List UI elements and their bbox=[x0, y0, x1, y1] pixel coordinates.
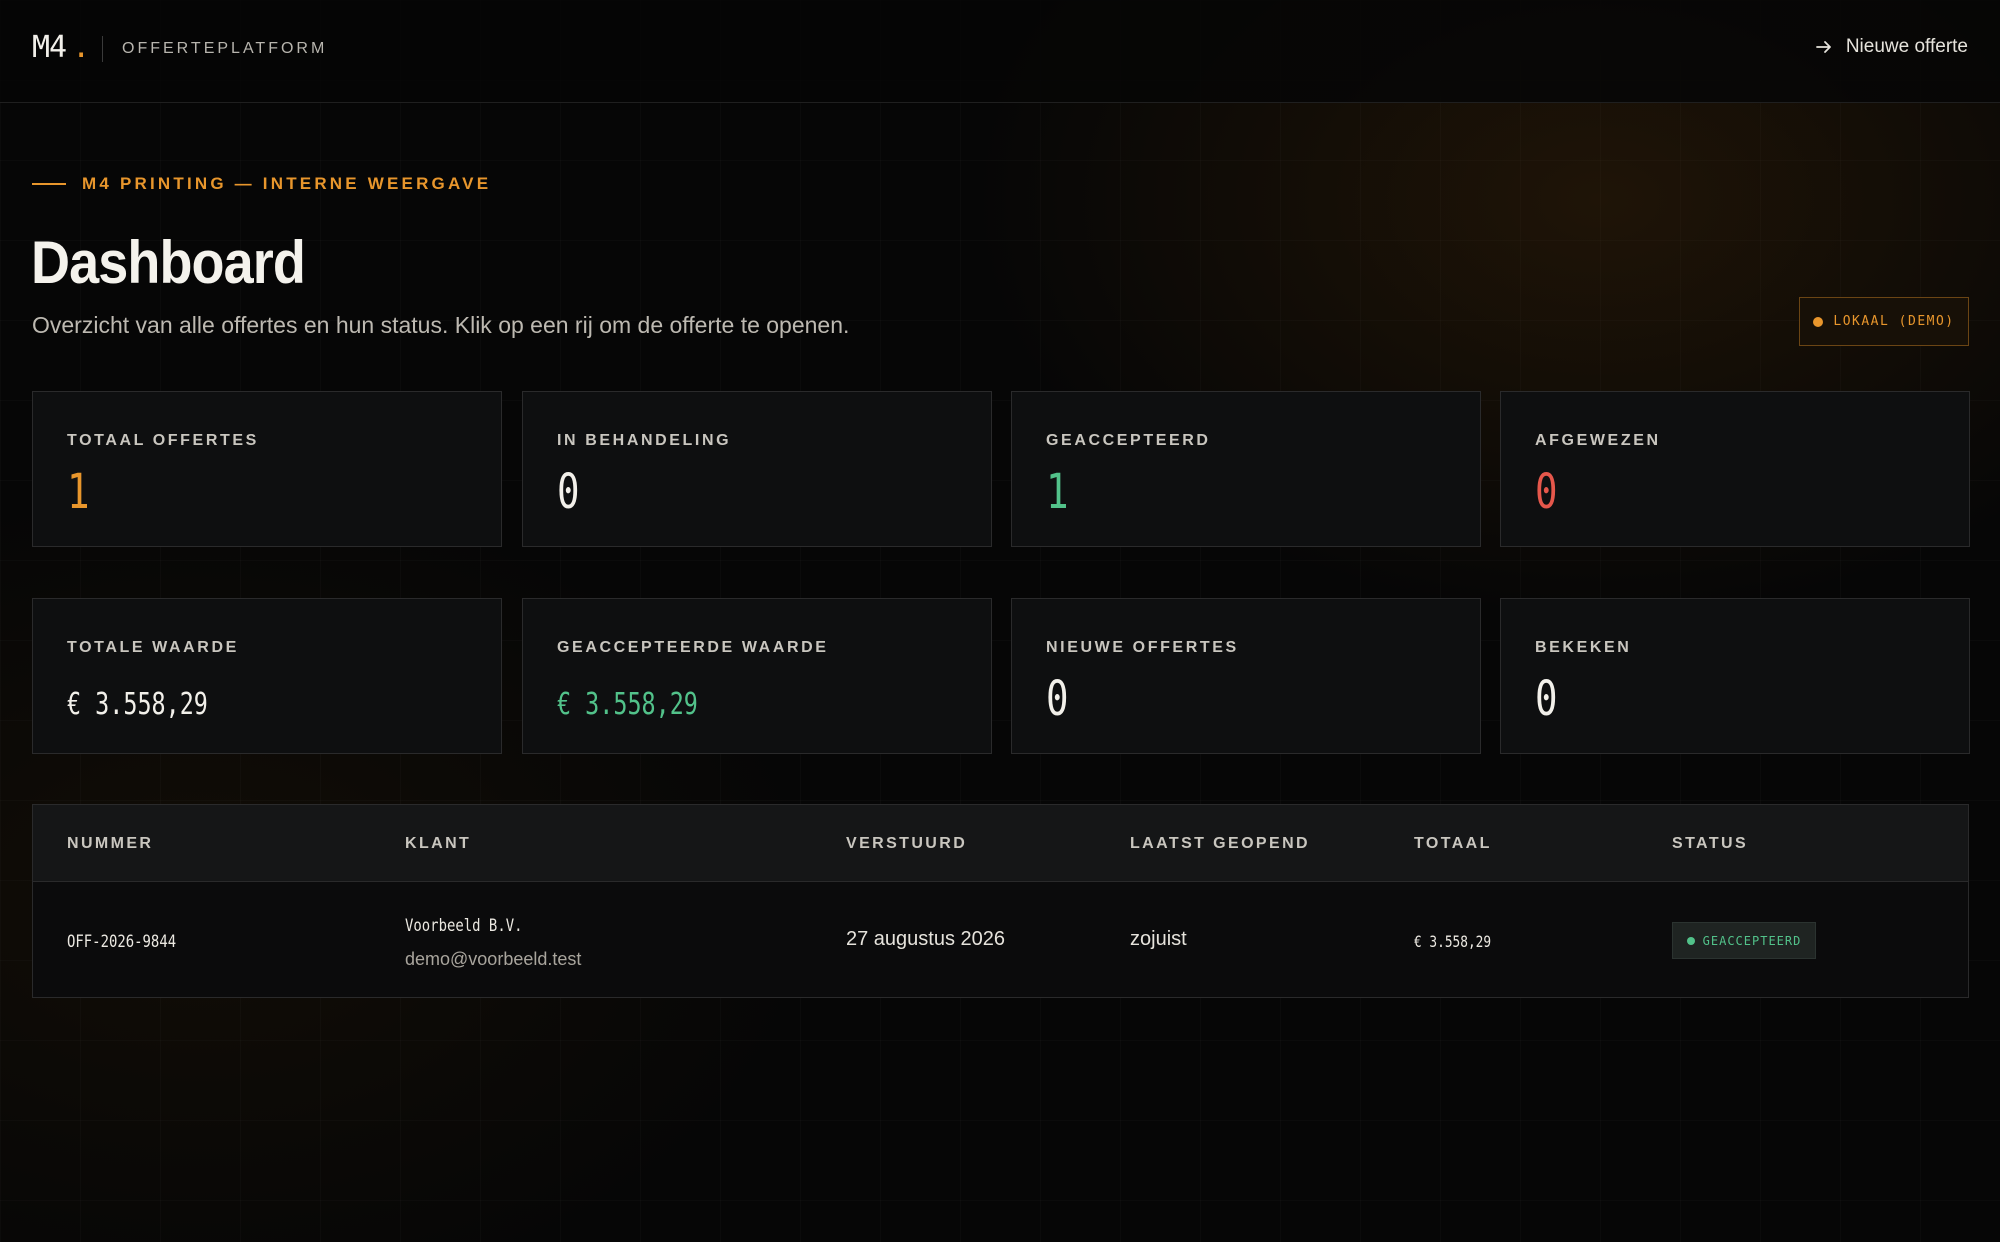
quote-number: OFF-2026-9844 bbox=[67, 932, 177, 952]
stat-label: GEACCEPTEERD bbox=[1046, 432, 1211, 449]
status-badge: GEACCEPTEERD bbox=[1672, 922, 1816, 959]
status-label: GEACCEPTEERD bbox=[1702, 933, 1802, 948]
stat-card-viewed: BEKEKEN 0 bbox=[1500, 598, 1970, 754]
quotes-table: NUMMER KLANT VERSTUURD LAATST GEOPEND TO… bbox=[32, 804, 1969, 998]
column-header-status[interactable]: STATUS bbox=[1672, 835, 1748, 853]
page-title: Dashboard bbox=[31, 229, 306, 296]
column-header-last-opened[interactable]: LAATST GEOPEND bbox=[1130, 835, 1310, 853]
stat-card-total-quotes: TOTAAL OFFERTES 1 bbox=[32, 391, 502, 547]
stat-value: 1 bbox=[67, 464, 90, 520]
arrow-right-icon bbox=[1815, 41, 1831, 53]
eyebrow-text: M4 PRINTING — INTERNE WEERGAVE bbox=[82, 174, 492, 193]
column-header-total[interactable]: TOTAAL bbox=[1414, 835, 1492, 853]
stat-value: € 3.558,29 bbox=[67, 687, 208, 722]
stat-label: TOTALE WAARDE bbox=[67, 639, 239, 656]
stat-card-total-value: TOTALE WAARDE € 3.558,29 bbox=[32, 598, 502, 754]
stat-label: IN BEHANDELING bbox=[557, 432, 732, 449]
stat-card-in-progress: IN BEHANDELING 0 bbox=[522, 391, 992, 547]
new-quote-link[interactable]: Nieuwe offerte bbox=[1814, 36, 1968, 58]
client-email: demo@voorbeeld.test bbox=[405, 949, 582, 969]
stat-card-accepted-value: GEACCEPTEERDE WAARDE € 3.558,29 bbox=[522, 598, 992, 754]
eyebrow: M4 PRINTING — INTERNE WEERGAVE bbox=[32, 174, 491, 194]
stat-value: € 3.558,29 bbox=[557, 687, 698, 722]
eyebrow-line bbox=[32, 183, 66, 185]
quote-total: € 3.558,29 bbox=[1414, 932, 1492, 951]
stat-label: BEKEKEN bbox=[1535, 639, 1632, 656]
table-row[interactable]: OFF-2026-9844 Voorbeeld B.V. demo@voorbe… bbox=[33, 882, 1968, 998]
stat-card-accepted: GEACCEPTEERD 1 bbox=[1011, 391, 1481, 547]
stat-label: TOTAAL OFFERTES bbox=[67, 432, 259, 449]
stat-card-rejected: AFGEWEZEN 0 bbox=[1500, 391, 1970, 547]
brand-logo[interactable]: M4 . bbox=[32, 30, 90, 65]
stat-value: 0 bbox=[557, 464, 580, 520]
platform-name: OFFERTEPLATFORM bbox=[122, 40, 328, 57]
status-dot-icon bbox=[1813, 316, 1824, 327]
stat-label: NIEUWE OFFERTES bbox=[1046, 639, 1239, 656]
column-header-number[interactable]: NUMMER bbox=[67, 835, 153, 853]
stat-label: GEACCEPTEERDE WAARDE bbox=[557, 639, 829, 656]
status-dot-icon bbox=[1686, 936, 1695, 945]
page-subtitle: Overzicht van alle offertes en hun statu… bbox=[32, 312, 850, 338]
logo-text: M4 bbox=[32, 30, 67, 65]
new-quote-label: Nieuwe offerte bbox=[1845, 36, 1968, 57]
top-header: M4 . OFFERTEPLATFORM Nieuwe offerte bbox=[0, 0, 2000, 103]
column-header-client[interactable]: KLANT bbox=[405, 835, 471, 853]
stat-value: 1 bbox=[1046, 464, 1069, 520]
mode-badge: LOKAAL (DEMO) bbox=[1799, 297, 1969, 346]
client-name: Voorbeeld B.V. bbox=[405, 916, 523, 936]
stat-value: 0 bbox=[1535, 464, 1558, 520]
mode-badge-label: LOKAAL (DEMO) bbox=[1833, 314, 1955, 329]
stat-value: 0 bbox=[1535, 671, 1558, 727]
stat-value: 0 bbox=[1046, 671, 1069, 727]
sent-date: 27 augustus 2026 bbox=[846, 928, 1006, 950]
header-divider bbox=[102, 36, 103, 62]
stat-card-new-quotes: NIEUWE OFFERTES 0 bbox=[1011, 598, 1481, 754]
last-opened: zojuist bbox=[1130, 928, 1187, 950]
logo-dot: . bbox=[72, 30, 90, 65]
column-header-sent[interactable]: VERSTUURD bbox=[846, 835, 967, 853]
stat-label: AFGEWEZEN bbox=[1535, 432, 1661, 449]
table-header: NUMMER KLANT VERSTUURD LAATST GEOPEND TO… bbox=[33, 805, 1968, 882]
